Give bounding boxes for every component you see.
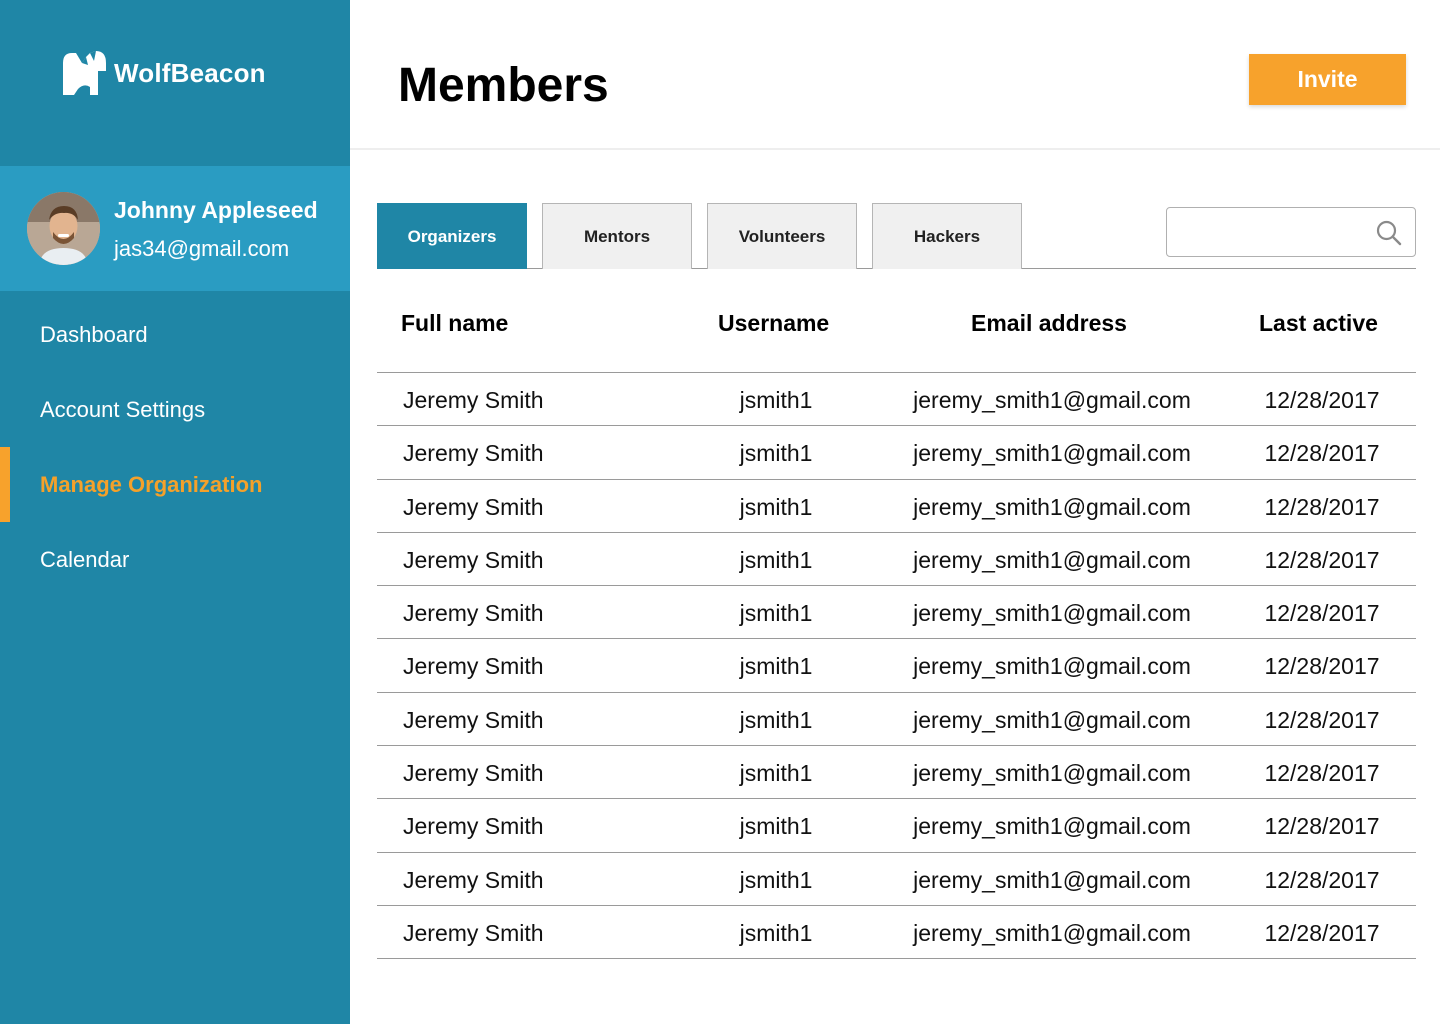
cell-last-active: 12/28/2017: [1264, 440, 1380, 467]
cell-full-name: Jeremy Smith: [403, 760, 544, 787]
cell-username: jsmith1: [739, 546, 813, 573]
cell-full-name: Jeremy Smith: [403, 919, 544, 946]
cell-email: jeremy_smith1@gmail.com: [913, 600, 1191, 627]
table-row[interactable]: Jeremy Smith jsmith1 jeremy_smith1@gmail.c…: [377, 799, 1416, 853]
cell-full-name: Jeremy Smith: [403, 653, 544, 680]
tab-organizers[interactable]: Organizers: [377, 203, 527, 269]
search-input[interactable]: [1177, 216, 1367, 248]
cell-last-active: 12/28/2017: [1264, 493, 1380, 520]
table-body: Jeremy Smith jsmith1 jeremy_smith1@gmail.c…: [377, 373, 1416, 960]
cell-full-name: Jeremy Smith: [403, 706, 544, 733]
cell-last-active: 12/28/2017: [1264, 919, 1380, 946]
cell-last-active: 12/28/2017: [1264, 653, 1380, 680]
table-row[interactable]: Jeremy Smith jsmith1 jeremy_smith1@gmail.c…: [377, 746, 1416, 800]
avatar-photo-icon: [27, 192, 100, 265]
table-row[interactable]: Jeremy Smith jsmith1 jeremy_smith1@gmail.c…: [377, 586, 1416, 640]
tab-mentors[interactable]: Mentors: [542, 203, 692, 269]
tab-volunteers[interactable]: Volunteers: [707, 203, 857, 269]
cell-last-active: 12/28/2017: [1264, 813, 1380, 840]
cell-full-name: Jeremy Smith: [403, 600, 544, 627]
sidebar: WolfBeacon Johnny Appleseed jas34@gmail.…: [0, 0, 350, 1024]
profile-name: Johnny Appleseed: [114, 197, 318, 223]
search-box: [1166, 207, 1416, 257]
nav-item-dashboard[interactable]: Dashboard: [0, 297, 350, 372]
cell-username: jsmith1: [739, 493, 813, 520]
table-header: Full name Username Email address Last ac…: [377, 290, 1416, 373]
cell-full-name: Jeremy Smith: [403, 440, 544, 467]
cell-username: jsmith1: [739, 706, 813, 733]
table-row[interactable]: Jeremy Smith jsmith1 jeremy_smith1@gmail.c…: [377, 426, 1416, 480]
cell-username: jsmith1: [739, 813, 813, 840]
cell-last-active: 12/28/2017: [1264, 760, 1380, 787]
nav-item-account-settings[interactable]: Account Settings: [0, 372, 350, 447]
cell-full-name: Jeremy Smith: [403, 493, 544, 520]
table-row[interactable]: Jeremy Smith jsmith1 jeremy_smith1@gmail.c…: [377, 693, 1416, 747]
cell-full-name: Jeremy Smith: [403, 387, 544, 413]
invite-button[interactable]: Invite: [1249, 54, 1406, 105]
table-row[interactable]: Jeremy Smith jsmith1 jeremy_smith1@gmail.c…: [377, 639, 1416, 693]
cell-full-name: Jeremy Smith: [403, 813, 544, 840]
cell-email: jeremy_smith1@gmail.com: [913, 440, 1191, 467]
user-profile[interactable]: Johnny Appleseed jas34@gmail.com: [0, 166, 350, 291]
cell-username: jsmith1: [739, 653, 813, 680]
cell-username: jsmith1: [739, 919, 813, 946]
cell-last-active: 12/28/2017: [1264, 706, 1380, 733]
column-header-username[interactable]: Username: [718, 310, 829, 337]
cell-last-active: 12/28/2017: [1264, 546, 1380, 573]
column-header-email[interactable]: Email address: [971, 310, 1127, 337]
profile-email: jas34@gmail.com: [114, 236, 290, 261]
logo[interactable]: WolfBeacon: [60, 48, 266, 98]
nav-item-calendar[interactable]: Calendar: [0, 522, 350, 597]
cell-email: jeremy_smith1@gmail.com: [913, 813, 1191, 840]
column-header-last-active[interactable]: Last active: [1259, 310, 1378, 337]
cell-last-active: 12/28/2017: [1264, 387, 1380, 413]
cell-email: jeremy_smith1@gmail.com: [913, 706, 1191, 733]
cell-username: jsmith1: [739, 760, 813, 787]
cell-email: jeremy_smith1@gmail.com: [913, 653, 1191, 680]
tab-hackers[interactable]: Hackers: [872, 203, 1022, 269]
cell-full-name: Jeremy Smith: [403, 866, 544, 893]
nav-item-manage-organization[interactable]: Manage Organization: [0, 447, 350, 522]
logo-text: WolfBeacon: [114, 57, 266, 88]
page-title: Members: [398, 59, 609, 112]
cell-email: jeremy_smith1@gmail.com: [913, 387, 1191, 413]
cell-last-active: 12/28/2017: [1264, 866, 1380, 893]
cell-username: jsmith1: [739, 387, 813, 413]
table-row[interactable]: Jeremy Smith jsmith1 jeremy_smith1@gmail.c…: [377, 533, 1416, 587]
sidebar-nav: Dashboard Account Settings Manage Organi…: [0, 297, 350, 597]
column-header-full-name[interactable]: Full name: [401, 310, 508, 337]
table-row[interactable]: Jeremy Smith jsmith1 jeremy_smith1@gmail.c…: [377, 906, 1416, 960]
table-row[interactable]: Jeremy Smith jsmith1 jeremy_smith1@gmail.c…: [377, 373, 1416, 427]
avatar[interactable]: [27, 192, 100, 265]
cell-email: jeremy_smith1@gmail.com: [913, 866, 1191, 893]
wolf-logo-icon: [63, 51, 106, 95]
table-row[interactable]: Jeremy Smith jsmith1 jeremy_smith1@gmail.c…: [377, 853, 1416, 906]
cell-full-name: Jeremy Smith: [403, 546, 544, 573]
cell-email: jeremy_smith1@gmail.com: [913, 493, 1191, 520]
table-row[interactable]: Jeremy Smith jsmith1 jeremy_smith1@gmail.c…: [377, 480, 1416, 533]
search-icon[interactable]: [1375, 219, 1403, 247]
cell-username: jsmith1: [739, 440, 813, 467]
members-table: Full name Username Email address Last ac…: [377, 290, 1416, 960]
cell-username: jsmith1: [739, 866, 813, 893]
cell-email: jeremy_smith1@gmail.com: [913, 919, 1191, 946]
cell-email: jeremy_smith1@gmail.com: [913, 546, 1191, 573]
page-header: Members Invite: [350, 0, 1440, 150]
cell-last-active: 12/28/2017: [1264, 600, 1380, 627]
cell-email: jeremy_smith1@gmail.com: [913, 760, 1191, 787]
cell-username: jsmith1: [739, 600, 813, 627]
